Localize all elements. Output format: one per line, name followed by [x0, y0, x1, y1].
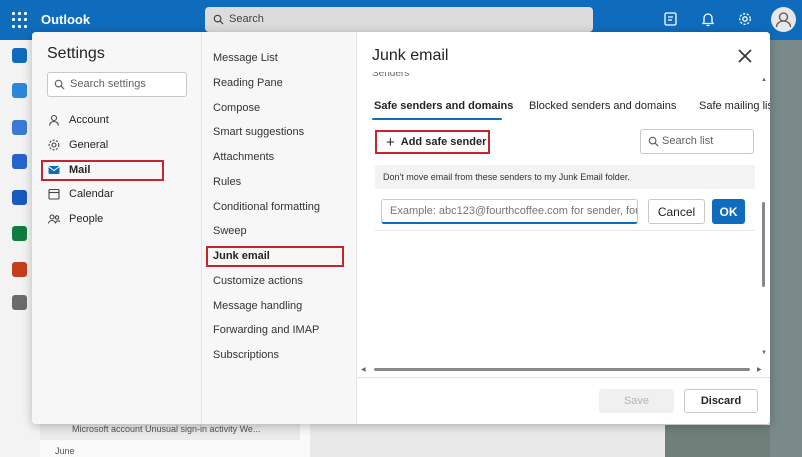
- subcategory-smart-suggestions[interactable]: Smart suggestions: [213, 126, 304, 138]
- cancel-button[interactable]: Cancel: [648, 199, 705, 224]
- ok-button[interactable]: OK: [712, 199, 745, 224]
- top-search-box[interactable]: Search: [205, 7, 593, 32]
- subcategory-sweep[interactable]: Sweep: [213, 225, 247, 237]
- search-icon: [213, 14, 224, 25]
- settings-title: Settings: [47, 45, 105, 62]
- tab-safe-senders[interactable]: Safe senders and domains: [374, 100, 513, 112]
- people-icon: [47, 214, 61, 224]
- add-safe-sender-label: Add safe sender: [400, 136, 487, 148]
- category-people[interactable]: People: [47, 209, 103, 229]
- safe-sender-email-input[interactable]: [381, 199, 638, 224]
- top-search-label: Search: [229, 13, 264, 25]
- mail-subcategories-pane: Message List Reading Pane Compose Smart …: [202, 32, 357, 424]
- subcategory-subscriptions[interactable]: Subscriptions: [213, 349, 279, 361]
- save-button[interactable]: Save: [599, 389, 674, 413]
- settings-search-placeholder: Search settings: [70, 78, 146, 90]
- group-label: June: [55, 446, 75, 456]
- person-icon: [775, 12, 792, 28]
- bell-icon[interactable]: [700, 11, 716, 27]
- category-calendar-label: Calendar: [69, 188, 114, 200]
- powerpoint-app-icon[interactable]: [12, 262, 27, 277]
- category-people-label: People: [69, 213, 104, 225]
- calendar-app-icon[interactable]: [12, 83, 27, 98]
- todo-app-icon[interactable]: [12, 154, 27, 169]
- subcategory-attachments[interactable]: Attachments: [213, 151, 274, 163]
- list-divider: [375, 230, 755, 231]
- footer-divider: [357, 377, 770, 378]
- category-account-label: Account: [69, 114, 109, 126]
- category-general[interactable]: General: [47, 135, 108, 155]
- subcategory-reading-pane[interactable]: Reading Pane: [213, 77, 283, 89]
- category-calendar[interactable]: Calendar: [47, 184, 114, 204]
- gear-icon[interactable]: [737, 11, 753, 27]
- subcategory-forwarding-imap[interactable]: Forwarding and IMAP: [213, 324, 319, 336]
- close-icon[interactable]: [735, 46, 755, 66]
- junk-email-highlight-box: [206, 246, 344, 267]
- more-apps-icon[interactable]: [12, 295, 27, 310]
- vertical-scrollbar-thumb[interactable]: [762, 202, 765, 287]
- search-list-placeholder: Search list: [662, 135, 714, 147]
- scroll-up-arrow-icon[interactable]: ▲: [761, 77, 767, 83]
- settings-search-input[interactable]: Search settings: [47, 72, 187, 97]
- category-general-label: General: [69, 139, 109, 151]
- calendar-icon: [48, 188, 60, 200]
- people-app-icon[interactable]: [12, 120, 27, 135]
- word-app-icon[interactable]: [12, 190, 27, 205]
- junk-email-title: Junk email: [372, 47, 449, 64]
- reading-pane-backdrop: [770, 40, 802, 457]
- subcategory-conditional-formatting[interactable]: Conditional formatting: [213, 201, 320, 213]
- scroll-right-arrow-icon[interactable]: ▶: [757, 366, 762, 373]
- discard-button[interactable]: Discard: [684, 389, 758, 413]
- horizontal-scrollbar-thumb[interactable]: [374, 368, 750, 371]
- search-icon: [54, 79, 65, 90]
- tab-safe-mailing-lists[interactable]: Safe mailing lists: [699, 100, 770, 112]
- plus-icon: +: [386, 133, 395, 151]
- person-icon: [48, 114, 60, 126]
- notes-icon[interactable]: [663, 11, 679, 27]
- add-safe-sender-button[interactable]: + Add safe sender: [375, 130, 490, 154]
- search-list-input[interactable]: Search list: [640, 129, 754, 154]
- scroll-left-arrow-icon[interactable]: ◀: [361, 366, 366, 373]
- search-icon: [648, 136, 659, 147]
- app-name: Outlook: [41, 12, 91, 27]
- mail-highlight-box: [41, 160, 164, 181]
- active-tab-indicator: [372, 118, 502, 120]
- background-image: [665, 425, 770, 457]
- tab-blocked-senders[interactable]: Blocked senders and domains: [529, 100, 676, 112]
- subcategory-rules[interactable]: Rules: [213, 176, 241, 188]
- scroll-down-arrow-icon[interactable]: ▼: [761, 350, 767, 356]
- app-launcher-icon[interactable]: [12, 12, 28, 28]
- category-account[interactable]: Account: [47, 110, 109, 130]
- subcategory-message-handling[interactable]: Message handling: [213, 300, 302, 312]
- settings-categories-pane: Settings Search settings Account General…: [32, 32, 202, 424]
- senders-section-heading: Senders: [372, 72, 410, 79]
- gear-icon: [48, 139, 60, 151]
- safe-senders-info: Don't move email from these senders to m…: [375, 165, 755, 189]
- subcategory-message-list[interactable]: Message List: [213, 52, 278, 64]
- avatar[interactable]: [771, 7, 796, 32]
- subcategory-compose[interactable]: Compose: [213, 102, 260, 114]
- junk-email-pane: Junk email Senders Safe senders and doma…: [357, 32, 770, 424]
- excel-app-icon[interactable]: [12, 226, 27, 241]
- settings-dialog: Settings Search settings Account General…: [32, 32, 770, 424]
- mail-app-icon[interactable]: [12, 48, 27, 63]
- subcategory-customize-actions[interactable]: Customize actions: [213, 275, 303, 287]
